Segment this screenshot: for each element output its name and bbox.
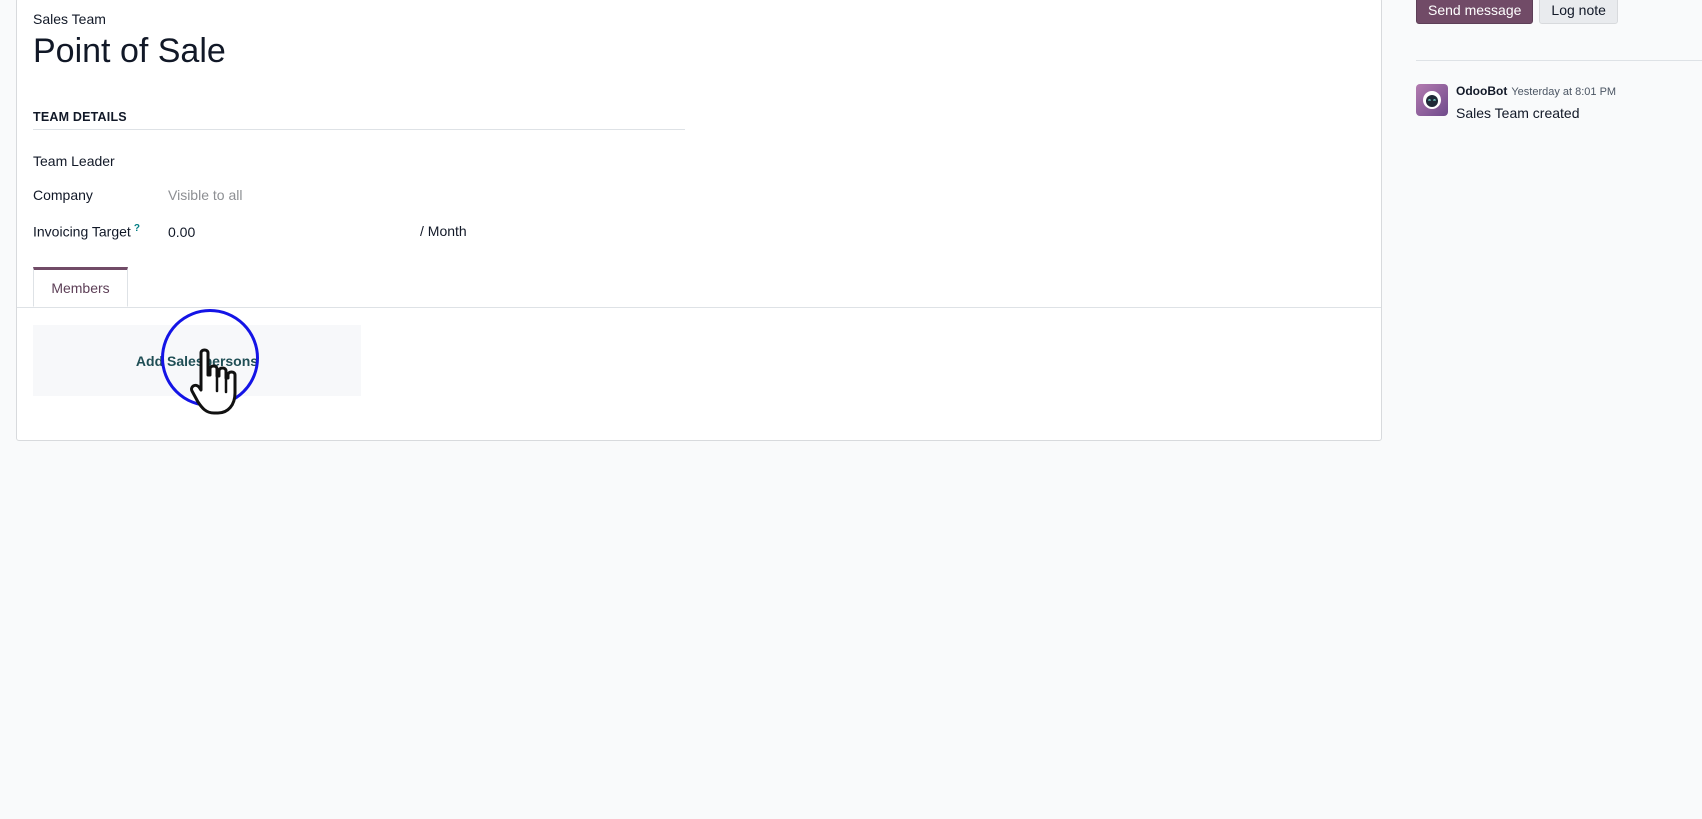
odoobot-face-icon bbox=[1423, 91, 1441, 109]
invoicing-target-label: Invoicing Target? bbox=[33, 223, 168, 240]
team-name-field[interactable]: Point of Sale bbox=[33, 31, 226, 71]
add-salespersons-button[interactable]: Add Salespersons bbox=[33, 325, 361, 396]
message-content: OdooBot Yesterday at 8:01 PM Sales Team c… bbox=[1456, 84, 1616, 121]
message-body: Sales Team created bbox=[1456, 105, 1580, 121]
log-note-button[interactable]: Log note bbox=[1539, 0, 1618, 24]
team-leader-row: Team Leader bbox=[33, 153, 168, 169]
chatter-panel: Send message Log note OdooBot Yesterday a… bbox=[1416, 0, 1702, 819]
invoicing-target-row: Invoicing Target? 0.00 / Month bbox=[33, 223, 467, 240]
message-author[interactable]: OdooBot bbox=[1456, 84, 1507, 98]
avatar[interactable] bbox=[1416, 84, 1448, 116]
chatter-toolbar: Send message Log note bbox=[1416, 0, 1618, 24]
help-tooltip-icon[interactable]: ? bbox=[134, 223, 140, 234]
company-row: Company Visible to all bbox=[33, 187, 242, 203]
company-label: Company bbox=[33, 187, 93, 203]
company-input[interactable]: Visible to all bbox=[168, 187, 242, 203]
invoicing-target-label-text: Invoicing Target bbox=[33, 223, 131, 240]
team-leader-label: Team Leader bbox=[33, 153, 115, 169]
chatter-divider bbox=[1416, 60, 1702, 61]
invoicing-target-input[interactable]: 0.00 bbox=[168, 224, 408, 240]
message-header: OdooBot Yesterday at 8:01 PM bbox=[1456, 84, 1616, 99]
notebook-tabs: Members bbox=[17, 267, 1381, 308]
chatter-message: OdooBot Yesterday at 8:01 PM Sales Team c… bbox=[1416, 84, 1616, 121]
message-date: Yesterday at 8:01 PM bbox=[1511, 86, 1617, 98]
invoicing-target-period: / Month bbox=[420, 223, 467, 239]
record-type-label: Sales Team bbox=[33, 11, 106, 27]
send-message-button[interactable]: Send message bbox=[1416, 0, 1534, 24]
team-details-heading: TEAM DETAILS bbox=[33, 110, 685, 130]
tab-members[interactable]: Members bbox=[33, 267, 128, 307]
form-sheet: Sales Team Point of Sale TEAM DETAILS Te… bbox=[16, 0, 1382, 441]
